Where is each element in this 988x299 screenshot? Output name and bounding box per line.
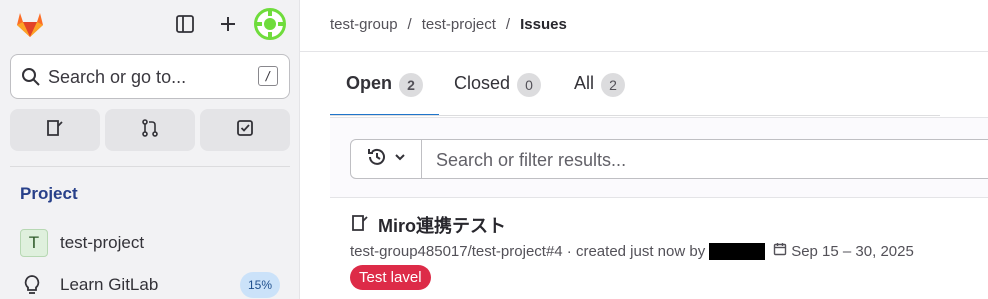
issue-date-range: Sep 15 – 30, 2025 <box>773 242 914 260</box>
breadcrumb-current[interactable]: Issues <box>520 16 567 33</box>
issue-type-icon <box>350 213 370 238</box>
tab-open[interactable]: Open 2 <box>330 70 440 116</box>
recent-searches-button[interactable] <box>350 139 422 179</box>
filter-bar: Search or filter results... <box>330 117 988 198</box>
tab-all[interactable]: All 2 <box>574 70 626 116</box>
issues-icon <box>45 118 65 143</box>
lightbulb-icon <box>22 274 42 299</box>
user-avatar[interactable] <box>254 8 286 40</box>
project-avatar: T <box>20 229 48 257</box>
breadcrumb-item-project[interactable]: test-project <box>422 16 496 33</box>
search-icon <box>21 67 41 92</box>
filter-placeholder: Search or filter results... <box>436 150 627 170</box>
tab-label: Open <box>346 73 393 93</box>
merge-request-icon <box>140 118 160 143</box>
filter-search-input[interactable]: Search or filter results... <box>421 139 988 179</box>
todo-list-button[interactable] <box>200 109 290 151</box>
tab-count: 2 <box>399 73 424 97</box>
tab-count: 0 <box>517 73 542 97</box>
issue-state-tabs: Open 2 Closed 0 All 2 <box>330 70 988 116</box>
issue-reference: test-group485017/test-project#4 · create… <box>350 242 706 260</box>
search-shortcut-key: / <box>258 66 278 86</box>
history-icon <box>366 146 388 173</box>
redacted-author <box>709 242 766 260</box>
sidebar-toggle-icon[interactable] <box>169 8 201 40</box>
search-or-go-to-input[interactable]: Search or go to... / <box>10 54 290 99</box>
main-content: test-group / test-project / Issues Open … <box>300 0 988 299</box>
tab-count: 2 <box>601 73 626 97</box>
todo-icon <box>235 118 255 143</box>
breadcrumb-item-group[interactable]: test-group <box>330 16 398 33</box>
tabs-divider <box>330 115 940 116</box>
merge-requests-button[interactable] <box>105 109 195 151</box>
breadcrumb: test-group / test-project / Issues <box>330 16 567 33</box>
assigned-issues-button[interactable] <box>10 109 100 151</box>
sidebar-item-label: test-project <box>60 233 145 252</box>
chevron-down-icon <box>394 150 406 168</box>
tab-closed[interactable]: Closed 0 <box>454 70 542 116</box>
sidebar-item-learn-gitlab[interactable]: Learn GitLab 15% <box>10 267 290 299</box>
sidebar: Search or go to... / Project T test-proj… <box>0 0 300 299</box>
top-bar: test-group / test-project / Issues <box>300 0 988 52</box>
issue-meta: test-group485017/test-project#4 · create… <box>350 242 914 260</box>
date-range-text: Sep 15 – 30, 2025 <box>791 242 914 260</box>
issue-label[interactable]: Test lavel <box>350 265 431 290</box>
issue-title-text: Miro連携テスト <box>378 216 506 236</box>
sidebar-item-label: Learn GitLab <box>60 275 159 294</box>
progress-badge: 15% <box>240 272 280 298</box>
plus-icon[interactable] <box>212 8 244 40</box>
breadcrumb-separator: / <box>407 16 412 33</box>
tab-label: Closed <box>454 73 511 93</box>
issue-title[interactable]: Miro連携テスト <box>350 212 506 238</box>
sidebar-top <box>0 0 300 48</box>
app-root: Search or go to... / Project T test-proj… <box>0 0 988 299</box>
sidebar-divider <box>10 166 290 167</box>
tab-label: All <box>574 73 595 93</box>
search-placeholder: Search or go to... <box>48 67 187 87</box>
calendar-icon <box>773 242 787 260</box>
breadcrumb-separator: / <box>505 16 511 33</box>
gitlab-logo-icon[interactable] <box>12 8 48 40</box>
sidebar-item-test-project[interactable]: T test-project <box>10 225 290 261</box>
sidebar-section-heading: Project <box>20 184 78 203</box>
